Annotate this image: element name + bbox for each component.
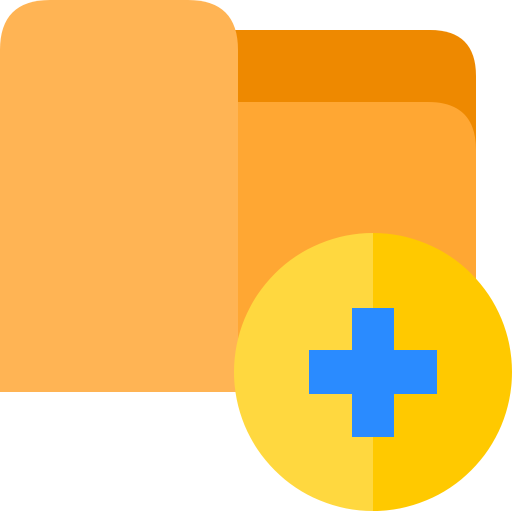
plus-badge	[234, 233, 512, 511]
icon-canvas	[0, 0, 512, 512]
folder-tab-panel	[0, 0, 238, 392]
add-folder-icon[interactable]	[0, 0, 512, 512]
